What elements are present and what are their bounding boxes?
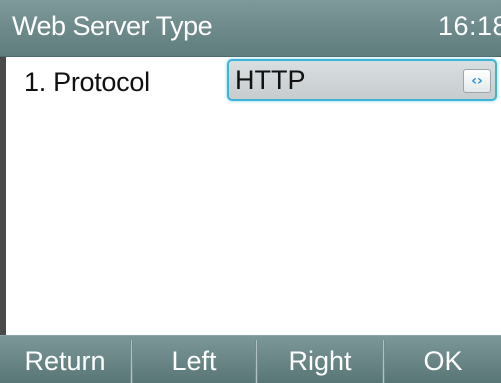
protocol-value: HTTP <box>235 65 306 95</box>
left-right-arrows-icon[interactable]: ‹› <box>463 69 491 93</box>
page-title: Web Server Type <box>12 11 213 41</box>
left-softkey[interactable]: Left <box>133 336 255 383</box>
softkey-bar: Return Left Right OK <box>0 335 501 383</box>
ok-softkey[interactable]: OK <box>385 336 501 383</box>
phone-screen: Web Server Type 16:18 1. Protocol HTTP ‹… <box>0 0 501 383</box>
content-left-edge <box>0 57 6 335</box>
return-softkey[interactable]: Return <box>0 336 130 383</box>
clock: 16:18 <box>438 11 501 41</box>
protocol-label: 1. Protocol <box>24 67 150 97</box>
title-bar: Web Server Type 16:18 <box>0 0 501 57</box>
right-softkey[interactable]: Right <box>258 336 382 383</box>
protocol-select[interactable]: HTTP ‹› <box>227 59 497 101</box>
